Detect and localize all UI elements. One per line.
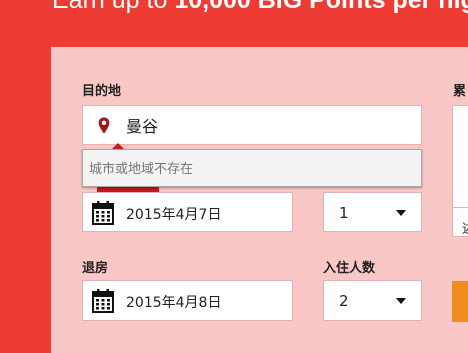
- destination-error-text: 城市或地域不存在: [89, 162, 194, 177]
- search-button[interactable]: [452, 281, 468, 322]
- checkout-label: 退房: [82, 261, 109, 276]
- calendar-icon: [92, 289, 114, 317]
- banner-prefix: Earn up to: [52, 0, 168, 14]
- checkin-date-field[interactable]: 2015年4月7日: [82, 192, 293, 232]
- chevron-down-icon: [396, 298, 406, 304]
- destination-error-tooltip: 城市或地域不存在: [82, 149, 422, 187]
- map-pin-icon: [98, 117, 110, 138]
- rooms-select[interactable]: 1: [323, 192, 422, 232]
- right-column-label: 累: [453, 84, 467, 99]
- checkin-date-value: 2015年4月7日: [126, 207, 222, 223]
- destination-field[interactable]: 曼谷: [82, 105, 422, 145]
- calendar-icon: [92, 201, 114, 229]
- destination-label: 目的地: [82, 84, 122, 99]
- destination-value: 曼谷: [126, 117, 159, 136]
- checkout-date-field[interactable]: 2015年4月8日: [82, 280, 293, 321]
- rooms-select-value: 1: [339, 204, 349, 222]
- guests-select-value: 2: [339, 292, 349, 310]
- right-column-box[interactable]: 述: [452, 105, 468, 237]
- promo-banner: Earn up to 10,000 BIG Points per hig: [52, 0, 468, 15]
- checkout-date-value: 2015年4月8日: [126, 295, 222, 311]
- banner-highlight: 10,000 BIG Points per hig: [174, 0, 468, 14]
- right-box-divider: [453, 207, 468, 208]
- right-box-text: 述: [462, 218, 468, 237]
- guests-select[interactable]: 2: [323, 280, 422, 321]
- chevron-down-icon: [396, 210, 406, 216]
- guests-label: 入住人数: [323, 261, 376, 276]
